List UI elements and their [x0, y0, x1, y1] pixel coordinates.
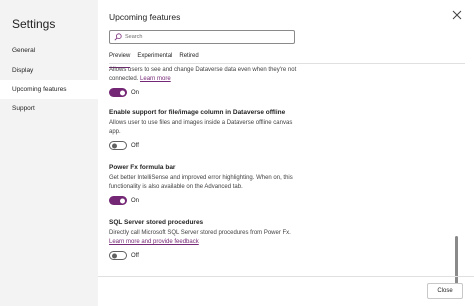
- feature-description: Directly call Microsoft SQL Server store…: [109, 230, 291, 245]
- toggle-row: On: [109, 195, 304, 206]
- feature-title: SQL Server stored procedures: [109, 219, 204, 226]
- feature-item: SQL Server stored procedures Directly ca…: [109, 219, 304, 261]
- feature-toggle[interactable]: [109, 196, 127, 205]
- learn-more-feedback-link[interactable]: Learn more and provide feedback: [109, 239, 199, 245]
- feature-item: Allows users to see and change Dataverse…: [109, 66, 304, 98]
- tabs-divider: [109, 63, 465, 64]
- learn-more-link[interactable]: Learn more: [140, 76, 171, 82]
- feature-description: Allows user to use files and images insi…: [109, 120, 293, 135]
- search-box[interactable]: [109, 30, 295, 44]
- toggle-row: Off: [109, 140, 304, 151]
- feature-toggle[interactable]: [109, 251, 127, 260]
- search-input[interactable]: [125, 34, 285, 40]
- footer-divider: [98, 276, 474, 277]
- main-panel: Upcoming features Preview Experimental R…: [98, 0, 474, 306]
- feature-toggle[interactable]: [109, 141, 127, 150]
- toggle-knob: [120, 198, 125, 203]
- feature-description: Allows users to see and change Dataverse…: [109, 67, 297, 82]
- feature-item: Power Fx formula bar Get better IntelliS…: [109, 164, 304, 206]
- feature-title: Enable support for file/image column in …: [109, 109, 286, 116]
- feature-toggle[interactable]: [109, 88, 127, 97]
- settings-sidebar: Settings General Display Upcoming featur…: [0, 0, 98, 306]
- page-title: Upcoming features: [109, 12, 181, 22]
- sidebar-item-upcoming-features[interactable]: Upcoming features: [0, 80, 98, 99]
- feature-title: Power Fx formula bar: [109, 164, 176, 171]
- close-button[interactable]: Close: [427, 283, 463, 299]
- sidebar-item-general[interactable]: General: [0, 41, 98, 60]
- toggle-label: On: [131, 89, 140, 96]
- toggle-row: Off: [109, 250, 304, 261]
- toggle-label: Off: [131, 252, 139, 259]
- toggle-label: On: [131, 197, 140, 204]
- toggle-knob: [111, 253, 117, 258]
- sidebar-title: Settings: [12, 17, 56, 31]
- toggle-row: On: [109, 87, 304, 98]
- close-icon[interactable]: [452, 10, 462, 20]
- feature-description: Get better IntelliSense and improved err…: [109, 175, 293, 190]
- toggle-label: Off: [131, 142, 139, 149]
- toggle-knob: [111, 143, 117, 148]
- toggle-knob: [120, 90, 125, 95]
- feature-item: Enable support for file/image column in …: [109, 109, 304, 151]
- search-icon: [114, 33, 122, 41]
- sidebar-item-support[interactable]: Support: [0, 99, 98, 118]
- sidebar-item-display[interactable]: Display: [0, 61, 98, 80]
- features-list: Allows users to see and change Dataverse…: [109, 66, 461, 276]
